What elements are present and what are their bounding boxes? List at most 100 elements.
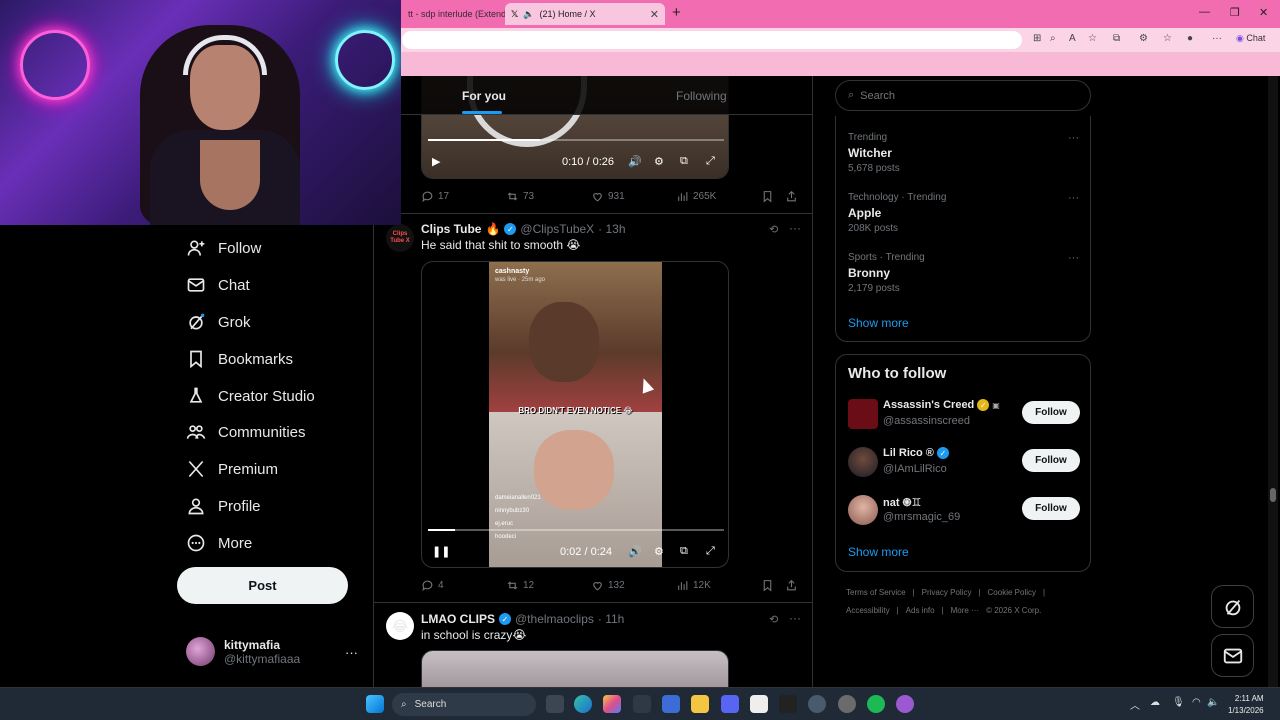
trend-item[interactable]: Sports · Trending Bronny 2,179 posts bbox=[848, 252, 925, 294]
new-tab-button[interactable]: + bbox=[672, 4, 681, 21]
like-button[interactable]: 132 bbox=[591, 579, 676, 592]
author-name[interactable]: Clips Tube bbox=[421, 222, 481, 236]
bookmark-button[interactable] bbox=[761, 190, 785, 203]
tab-for-you[interactable]: For you bbox=[462, 89, 506, 103]
task-view-icon[interactable] bbox=[546, 695, 564, 713]
reply-button[interactable]: 4 bbox=[421, 579, 506, 592]
follow-suggestion[interactable]: nat ֎♊ @mrsmagic_69 Follow bbox=[848, 493, 1080, 529]
tweet3-media[interactable] bbox=[421, 650, 729, 687]
follow-suggestion[interactable]: Assassin's Creed ✓ ▣ @assassinscreed Follo… bbox=[848, 397, 1080, 433]
post-button[interactable]: Post bbox=[177, 567, 348, 604]
spotify-icon[interactable] bbox=[867, 695, 885, 713]
author-name[interactable]: LMAO CLIPS bbox=[421, 612, 495, 626]
grok-explain-icon[interactable]: ⟲ bbox=[769, 613, 778, 626]
messages-fab-button[interactable] bbox=[1211, 634, 1254, 677]
share-button[interactable] bbox=[785, 190, 798, 203]
grok-fab-button[interactable] bbox=[1211, 585, 1254, 628]
repost-button[interactable]: 73 bbox=[506, 190, 591, 203]
onedrive-icon[interactable]: ☁ bbox=[1150, 697, 1160, 708]
epic-games-icon[interactable] bbox=[779, 695, 797, 713]
share-button[interactable] bbox=[785, 579, 798, 592]
windows-start-icon[interactable] bbox=[366, 695, 384, 713]
who-to-follow-show-more[interactable]: Show more bbox=[848, 545, 909, 559]
restore-icon[interactable]: ❐ bbox=[1230, 6, 1240, 19]
tab-following[interactable]: Following bbox=[676, 89, 727, 103]
notepad-icon[interactable] bbox=[750, 695, 768, 713]
nav-communities[interactable]: Communities bbox=[186, 422, 306, 442]
views-button[interactable]: 265K bbox=[676, 190, 761, 203]
follow-button[interactable]: Follow bbox=[1022, 401, 1080, 424]
profile-icon[interactable]: ● bbox=[1187, 33, 1193, 44]
app-icon[interactable]: ⊞ bbox=[1033, 33, 1041, 44]
tweet2-video[interactable]: cashnasty was live · 25m ago dameianalle… bbox=[421, 261, 729, 568]
fullscreen-icon[interactable]: ⤢ bbox=[706, 155, 715, 168]
read-aloud-icon[interactable]: A bbox=[1069, 33, 1076, 44]
trend-more-icon[interactable]: ··· bbox=[1068, 252, 1079, 264]
close-icon[interactable]: ✕ bbox=[650, 8, 659, 21]
tray-overflow-icon[interactable]: ︿ bbox=[1130, 697, 1140, 712]
grok-explain-icon[interactable]: ⟲ bbox=[769, 223, 778, 236]
follow-button[interactable]: Follow bbox=[1022, 497, 1080, 520]
settings-gear-icon[interactable]: ⚙ bbox=[654, 155, 664, 168]
tweet-more-icon[interactable]: ··· bbox=[789, 221, 801, 235]
bookmark-button[interactable] bbox=[761, 579, 785, 592]
fullscreen-icon[interactable]: ⤢ bbox=[706, 545, 715, 558]
nav-follow[interactable]: Follow bbox=[186, 238, 261, 258]
clipstube-avatar[interactable]: Clips Tube X bbox=[386, 224, 414, 252]
extensions-icon[interactable]: ⚙ bbox=[1139, 33, 1148, 44]
lmaoclips-avatar[interactable]: 😂 bbox=[386, 612, 414, 640]
recording-app-icon[interactable] bbox=[838, 695, 856, 713]
reply-button[interactable]: 17 bbox=[421, 190, 506, 203]
nav-chat[interactable]: Chat bbox=[186, 275, 250, 295]
file-explorer-icon[interactable] bbox=[691, 695, 709, 713]
taskbar-search[interactable]: ⌕ Search bbox=[392, 693, 536, 716]
favorite-star-icon[interactable]: ☆ bbox=[1088, 33, 1097, 44]
tweet-more-icon[interactable]: ··· bbox=[789, 611, 801, 625]
follow-button[interactable]: Follow bbox=[1022, 449, 1080, 472]
nav-creator-studio[interactable]: Creator Studio bbox=[186, 386, 315, 406]
video-progress[interactable] bbox=[428, 529, 724, 531]
footer-link[interactable]: Terms of Service bbox=[846, 588, 906, 597]
browser-tab-x-home[interactable]: 𝕏 🔈 (21) Home / X ✕ bbox=[505, 3, 665, 25]
author-handle[interactable]: @ClipsTubeX bbox=[520, 222, 594, 236]
pip-icon[interactable]: ⧉ bbox=[680, 155, 688, 168]
footer-link[interactable]: Accessibility bbox=[846, 606, 890, 615]
play-icon[interactable]: ▶ bbox=[432, 155, 440, 168]
volume-icon[interactable]: 🔊 bbox=[628, 155, 642, 168]
speaker-icon[interactable]: 🔈 bbox=[1207, 697, 1219, 708]
edge-browser-icon[interactable] bbox=[574, 695, 592, 713]
trend-item[interactable]: Technology · Trending Apple 208K posts bbox=[848, 192, 946, 234]
trend-more-icon[interactable]: ··· bbox=[1068, 192, 1079, 204]
nav-premium[interactable]: Premium bbox=[186, 459, 278, 479]
close-window-icon[interactable]: ✕ bbox=[1259, 6, 1268, 19]
nav-profile[interactable]: Profile bbox=[186, 496, 261, 516]
views-button[interactable]: 12K bbox=[676, 579, 761, 592]
footer-link[interactable]: Cookie Policy bbox=[988, 588, 1036, 597]
favorites-icon[interactable]: ☆ bbox=[1163, 33, 1172, 44]
minimize-icon[interactable]: — bbox=[1199, 6, 1210, 18]
chat-app-icon[interactable] bbox=[896, 695, 914, 713]
account-more-icon[interactable]: ··· bbox=[345, 645, 358, 660]
microphone-icon[interactable]: 🎙 bbox=[1172, 697, 1185, 708]
nav-more[interactable]: More bbox=[186, 533, 252, 553]
nav-grok[interactable]: Grok bbox=[186, 312, 251, 332]
settings-gear-icon[interactable]: ⚙ bbox=[654, 545, 664, 558]
split-screen-icon[interactable]: ⧉ bbox=[1113, 33, 1120, 44]
wifi-icon[interactable]: ◠ bbox=[1192, 697, 1201, 708]
copilot-app-icon[interactable] bbox=[603, 695, 621, 713]
discord-icon[interactable] bbox=[721, 695, 739, 713]
nav-bookmarks[interactable]: Bookmarks bbox=[186, 349, 293, 369]
copilot-chat-button[interactable]: ◉ Chat bbox=[1236, 33, 1265, 44]
follow-suggestion[interactable]: Lil Rico ® ✓ @IAmLilRico Follow bbox=[848, 445, 1080, 481]
address-field[interactable] bbox=[402, 31, 1022, 49]
more-menu-icon[interactable]: ··· bbox=[1212, 33, 1222, 44]
zoom-icon[interactable]: ⌕ bbox=[1050, 33, 1056, 44]
video-progress[interactable] bbox=[428, 139, 724, 141]
repost-button[interactable]: 12 bbox=[506, 579, 591, 592]
author-handle[interactable]: @thelmaoclips bbox=[515, 612, 594, 626]
search-input[interactable]: ⌕ Search bbox=[835, 80, 1091, 111]
like-button[interactable]: 931 bbox=[591, 190, 676, 203]
store-icon[interactable] bbox=[662, 695, 680, 713]
speaker-icon[interactable]: 🔈 bbox=[523, 9, 534, 20]
trend-item[interactable]: Trending Witcher 5,678 posts bbox=[848, 132, 900, 174]
